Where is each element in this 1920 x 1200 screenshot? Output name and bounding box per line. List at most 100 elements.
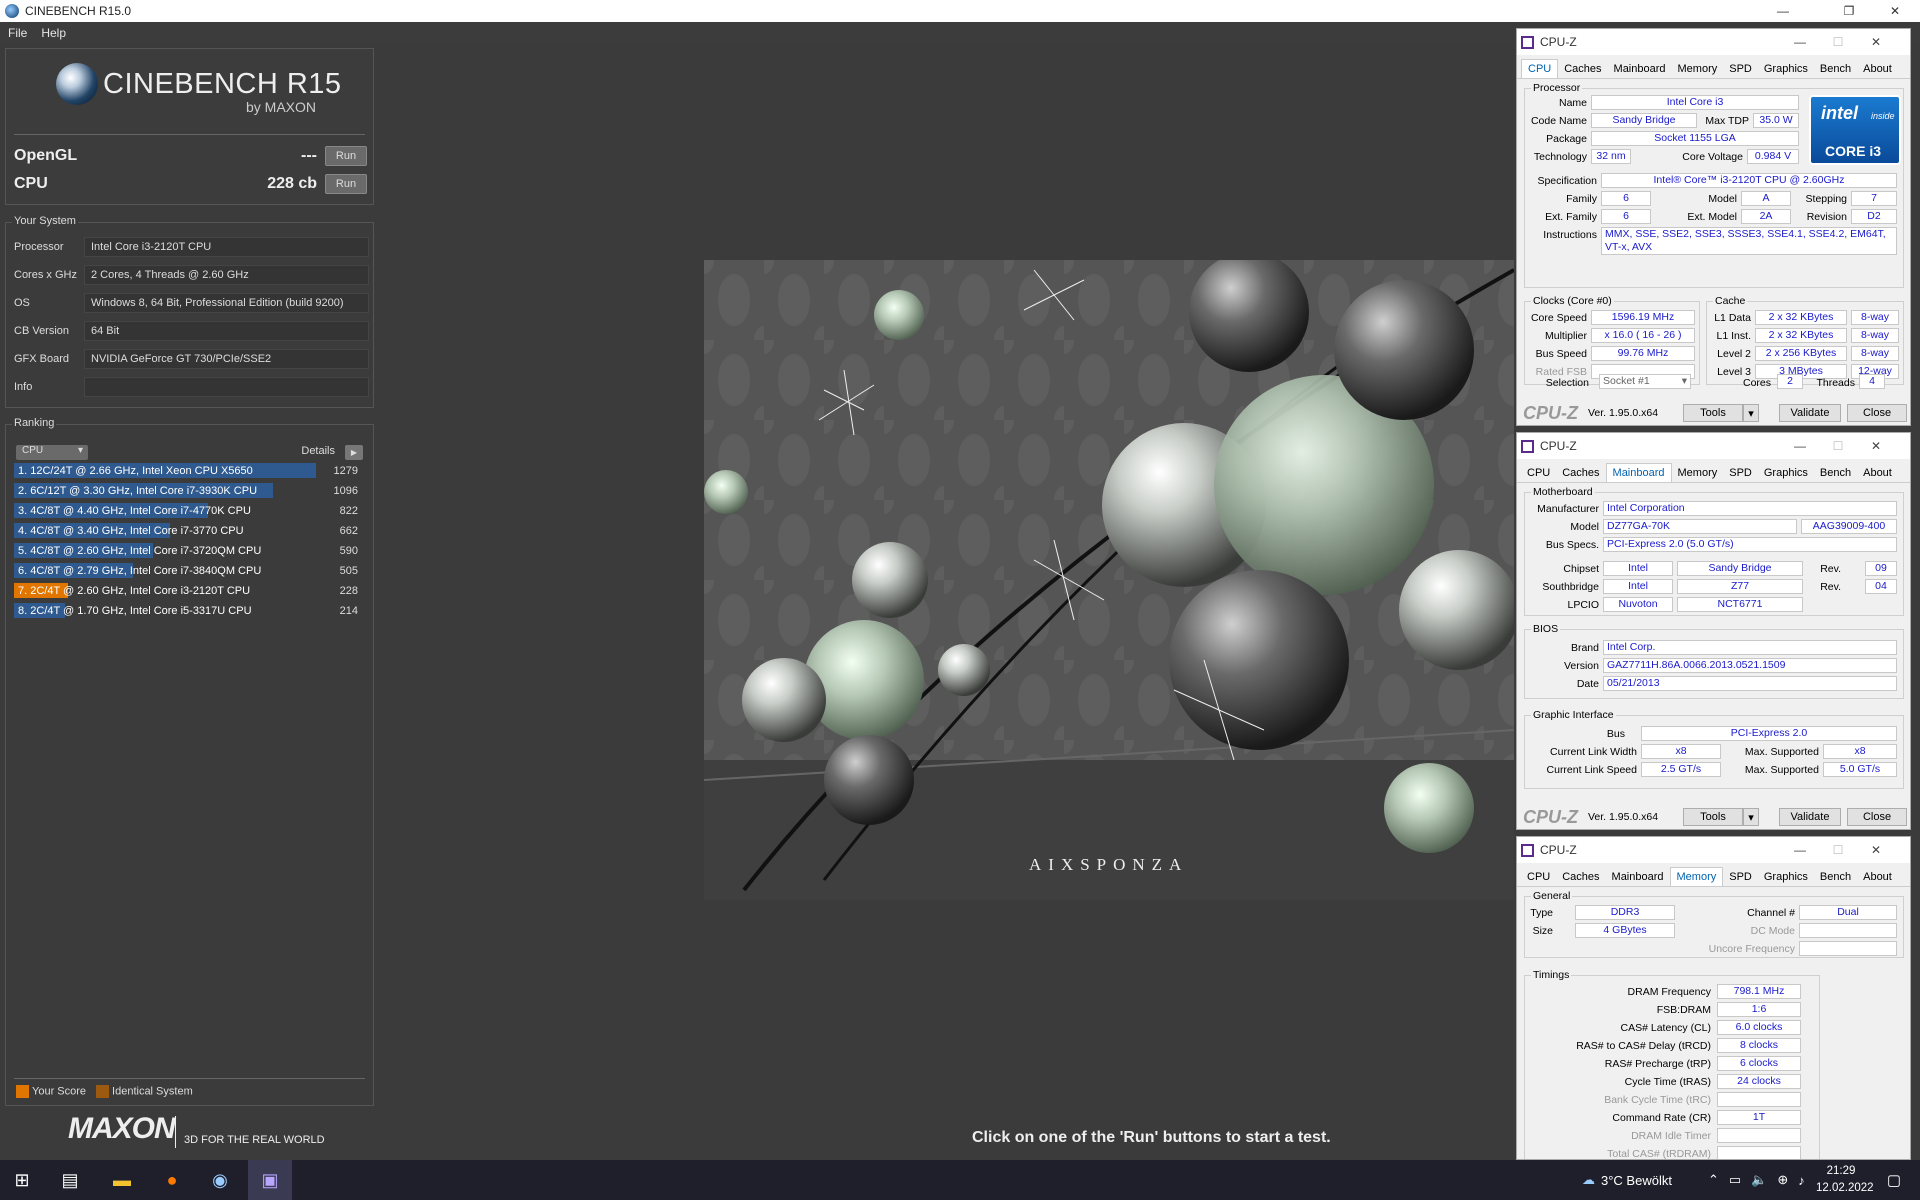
mb-model-field: DZ77GA-70K — [1603, 519, 1797, 534]
tab-about[interactable]: About — [1857, 464, 1898, 482]
info-field[interactable] — [84, 377, 369, 397]
timing-value: 1T — [1717, 1110, 1801, 1125]
close-icon[interactable]: ✕ — [1857, 29, 1895, 55]
cpuz-tabs: CPU Caches Mainboard Memory SPD Graphics Bench… — [1517, 55, 1910, 79]
tab-graphics[interactable]: Graphics — [1758, 868, 1814, 886]
socket-select[interactable]: Socket #1 ▾ — [1599, 374, 1691, 389]
ranking-score: 228 — [339, 584, 358, 597]
weather-widget[interactable]: ☁ 3°C Bewölkt — [1582, 1160, 1672, 1200]
tab-bench[interactable]: Bench — [1814, 60, 1857, 78]
tools-button[interactable]: Tools — [1683, 808, 1743, 826]
firefox-icon[interactable]: ● — [150, 1160, 194, 1200]
uncore-field — [1799, 941, 1897, 956]
socket-value: Socket #1 — [1603, 375, 1650, 387]
intel-core-i3-badge: intel inside CORE i3 — [1809, 95, 1901, 165]
ranking-label: 8. 2C/4T @ 1.70 GHz, Intel Core i5-3317U… — [18, 604, 252, 617]
motherboard-group: Motherboard Manufacturer Intel Corporati… — [1524, 486, 1904, 616]
tab-memory[interactable]: Memory — [1672, 60, 1724, 78]
menu-help[interactable]: Help — [41, 26, 66, 40]
tab-spd[interactable]: SPD — [1723, 464, 1758, 482]
file-explorer-icon[interactable]: ▬ — [100, 1160, 144, 1200]
tab-cpu[interactable]: CPU — [1521, 464, 1556, 482]
clock-date: 12.02.2022 — [1816, 1182, 1874, 1194]
opengl-run-button[interactable]: Run — [325, 146, 367, 166]
field-label: Model — [1570, 521, 1599, 533]
tab-spd[interactable]: SPD — [1723, 60, 1758, 78]
minimize-icon[interactable]: — — [1781, 29, 1819, 55]
tools-button[interactable]: Tools — [1683, 404, 1743, 422]
task-view-icon[interactable]: ▤ — [48, 1160, 92, 1200]
timing-value: 24 clocks — [1717, 1074, 1801, 1089]
close-button[interactable]: Close — [1847, 808, 1907, 826]
validate-button[interactable]: Validate — [1779, 404, 1841, 422]
tab-mainboard[interactable]: Mainboard — [1608, 60, 1672, 78]
network-icon[interactable]: ▭ — [1729, 1172, 1741, 1188]
clock[interactable]: 21:29 12.02.2022 — [1816, 1163, 1874, 1197]
windows-start-icon[interactable]: ⊞ — [0, 1160, 44, 1200]
tab-mainboard[interactable]: Mainboard — [1606, 868, 1670, 886]
tools-dropdown-icon[interactable]: ▾ — [1743, 404, 1759, 422]
details-button[interactable]: ▶ — [345, 445, 363, 460]
field-label: Brand — [1570, 642, 1599, 654]
tab-caches[interactable]: Caches — [1556, 868, 1605, 886]
close-icon[interactable]: ✕ — [1857, 433, 1895, 459]
timing-value — [1717, 1092, 1801, 1107]
tab-memory[interactable]: Memory — [1669, 867, 1724, 886]
cinebench-taskbar-icon[interactable]: ◉ — [198, 1160, 242, 1200]
maxon-logo: MAXON — [68, 1112, 176, 1145]
minimize-icon[interactable]: — — [1781, 433, 1819, 459]
legend-label: Identical System — [112, 1085, 193, 1098]
timing-value: 1:6 — [1717, 1002, 1801, 1017]
dcmode-field — [1799, 923, 1897, 938]
clocks-group: Clocks (Core #0) Core Speed 1596.19 MHz … — [1524, 295, 1700, 385]
cpuz-tabs: CPU Caches Mainboard Memory SPD Graphics Bench… — [1517, 863, 1910, 887]
cpuz-titlebar: CPU-Z — ☐ ✕ — [1517, 433, 1910, 459]
tab-bench[interactable]: Bench — [1814, 868, 1857, 886]
ranking-panel: Ranking CPU ▾ Details ▶ 1. 12C/24T @ 2.66… — [5, 417, 374, 1106]
close-icon[interactable]: ✕ — [1872, 0, 1918, 22]
busspecs-field: PCI-Express 2.0 (5.0 GT/s) — [1603, 537, 1897, 552]
logo-subtitle: by MAXON — [246, 99, 317, 115]
tab-cpu[interactable]: CPU — [1521, 868, 1556, 886]
menu-file[interactable]: File — [8, 26, 27, 40]
group-title: Graphic Interface — [1531, 709, 1616, 721]
tab-cpu[interactable]: CPU — [1521, 59, 1559, 78]
tab-mainboard[interactable]: Mainboard — [1605, 463, 1672, 482]
maxtdp-field: 35.0 W — [1753, 113, 1799, 128]
max-width-field: x8 — [1823, 744, 1897, 759]
restore-icon[interactable]: ❐ — [1826, 0, 1872, 22]
chevron-up-icon[interactable]: ⌃ — [1708, 1172, 1719, 1188]
tab-caches[interactable]: Caches — [1558, 60, 1607, 78]
tools-dropdown-icon[interactable]: ▾ — [1743, 808, 1759, 826]
timing-label: Bank Cycle Time (tRC) — [1604, 1094, 1711, 1106]
tab-about[interactable]: About — [1857, 60, 1898, 78]
legend-your-score: Your Score — [16, 1085, 86, 1098]
close-icon[interactable]: ✕ — [1857, 837, 1895, 863]
window-titlebar: CINEBENCH R15.0 — ❐ ✕ — [0, 0, 1920, 22]
tab-graphics[interactable]: Graphics — [1758, 60, 1814, 78]
cpu-run-button[interactable]: Run — [325, 174, 367, 194]
tab-graphics[interactable]: Graphics — [1758, 464, 1814, 482]
ranking-type-dropdown[interactable]: CPU ▾ — [16, 445, 88, 460]
cpu-value: 228 cb — [267, 175, 317, 192]
cpuz-taskbar-icon[interactable]: ▣ — [248, 1160, 292, 1200]
language-icon[interactable]: ⊕ — [1777, 1172, 1788, 1188]
validate-button[interactable]: Validate — [1779, 808, 1841, 826]
weather-text: 3°C Bewölkt — [1601, 1172, 1672, 1188]
link-speed-field: 2.5 GT/s — [1641, 762, 1721, 777]
tab-about[interactable]: About — [1857, 868, 1898, 886]
tab-caches[interactable]: Caches — [1556, 464, 1605, 482]
tab-bench[interactable]: Bench — [1814, 464, 1857, 482]
extfamily-field: 6 — [1601, 209, 1651, 224]
notifications-icon[interactable]: ▢ — [1872, 1160, 1916, 1200]
tab-spd[interactable]: SPD — [1723, 868, 1758, 886]
south-rev-field: 04 — [1865, 579, 1897, 594]
minimize-icon[interactable]: — — [1781, 837, 1819, 863]
tab-memory[interactable]: Memory — [1672, 464, 1724, 482]
field-label: Southbridge — [1542, 581, 1599, 593]
minimize-icon[interactable]: — — [1760, 0, 1806, 22]
speaker-icon[interactable]: 🔈 — [1751, 1172, 1767, 1188]
field-label: Stepping — [1805, 193, 1847, 205]
volume-icon[interactable]: ♪ — [1798, 1173, 1805, 1188]
close-button[interactable]: Close — [1847, 404, 1907, 422]
